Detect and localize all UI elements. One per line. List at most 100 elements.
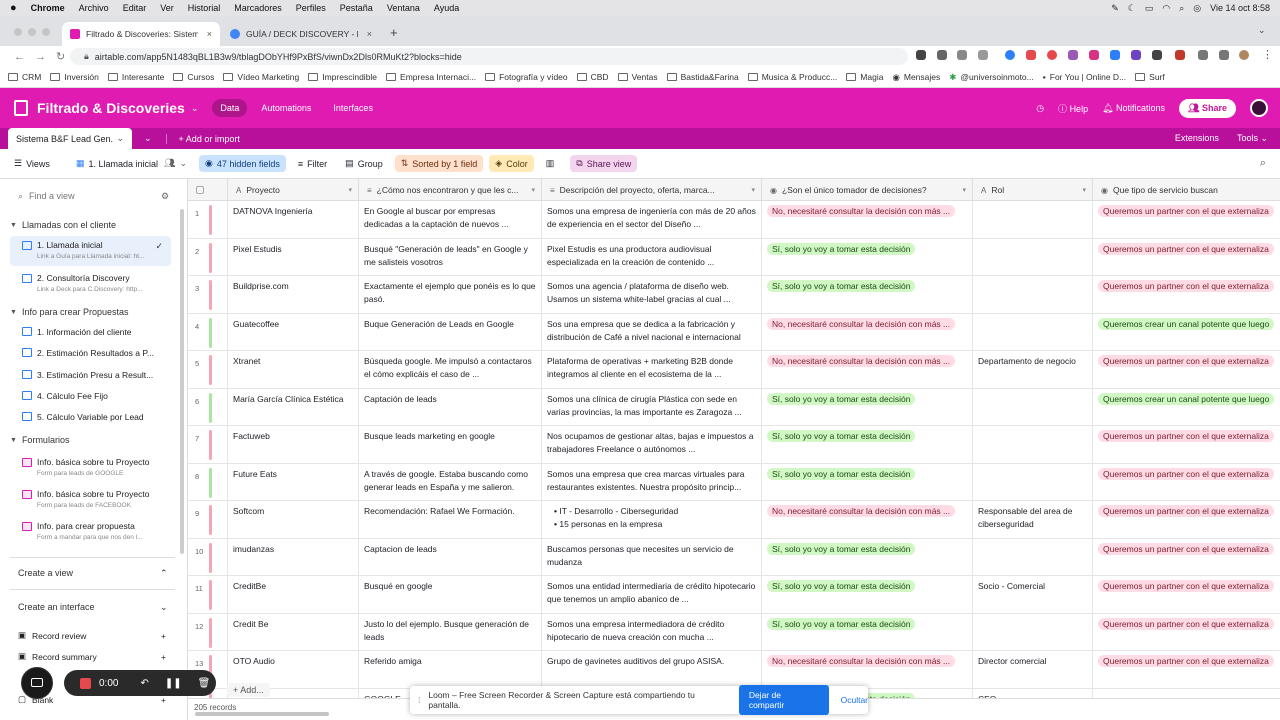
close-tab-icon[interactable]: ×: [367, 29, 372, 39]
cell-decision[interactable]: No, necesitaré consultar la decisión con…: [762, 501, 973, 539]
menu-archivo[interactable]: Archivo: [79, 3, 109, 13]
cell-proyecto[interactable]: Credit Be: [228, 613, 359, 651]
ext-blue2-icon[interactable]: [1110, 50, 1120, 60]
bookmark-empresa[interactable]: Empresa Internaci...: [386, 72, 476, 82]
cell-como-encontraron[interactable]: Busque leads marketing en google: [359, 426, 542, 464]
table-row[interactable]: 4 Guatecoffee Buque Generación de Leads en…: [188, 313, 1280, 351]
row-number[interactable]: 6: [188, 388, 228, 426]
stop-recording-icon[interactable]: [80, 677, 91, 689]
cell-decision[interactable]: Sí, solo yo voy a tomar esta decisión: [762, 238, 973, 276]
search-icon[interactable]: ⌕: [1179, 3, 1184, 14]
sidebar-view-info-cliente[interactable]: 1. Información del cliente: [10, 322, 171, 342]
row-number[interactable]: 5: [188, 351, 228, 389]
moon-icon[interactable]: ☾: [1128, 3, 1136, 14]
cell-rol[interactable]: [973, 238, 1093, 276]
gear-icon[interactable]: ⚙: [161, 191, 169, 202]
cell-servicio[interactable]: Queremos un partner con el que externali…: [1093, 276, 1280, 314]
cell-rol[interactable]: Departamento de negocio: [973, 351, 1093, 389]
chevron-down-icon[interactable]: ⌄: [191, 103, 199, 114]
hidden-fields-button[interactable]: ◉ 47 hidden fields: [198, 155, 286, 172]
cell-rol[interactable]: [973, 201, 1093, 239]
ext-violet-icon[interactable]: [1131, 50, 1141, 60]
cell-servicio[interactable]: Queremos un partner con el que externali…: [1093, 539, 1280, 577]
share-page-icon[interactable]: [957, 50, 967, 60]
back-icon[interactable]: ←: [14, 51, 25, 63]
cell-proyecto[interactable]: DATNOVA Ingeniería: [228, 201, 359, 239]
sidebar-view-variable-lead[interactable]: 5. Cálculo Variable por Lead: [10, 407, 171, 427]
cell-como-encontraron[interactable]: Busqué en google: [359, 576, 542, 614]
plus-icon[interactable]: +: [161, 695, 166, 705]
table-row[interactable]: 5 Xtranet Búsqueda google. Me impulsó a co…: [188, 351, 1280, 389]
cell-servicio[interactable]: Queremos crear un canal potente que lueg…: [1093, 389, 1280, 427]
find-view-input[interactable]: ⌕ Find a view: [18, 191, 75, 202]
cell-descripcion[interactable]: Somos una empresa intermediadora de créd…: [542, 613, 762, 651]
cell-decision[interactable]: No, necesitaré consultar la decisión con…: [762, 313, 973, 351]
menu-historial[interactable]: Historial: [188, 3, 221, 13]
column-header-como-encontraron[interactable]: ≡ ¿Cómo nos encontraron y que les c... ▾: [359, 179, 542, 201]
add-record-button[interactable]: + Add...: [227, 683, 270, 697]
bookmark-cursos[interactable]: Cursos: [173, 72, 214, 82]
tables-dropdown-icon[interactable]: ⌄: [144, 133, 152, 144]
sort-button[interactable]: ⇅ Sorted by 1 field: [394, 155, 484, 172]
cell-decision[interactable]: Sí, solo yo voy a tomar esta decisión: [762, 463, 973, 501]
notifications-button[interactable]: 🔔︎ Notifications: [1102, 103, 1165, 114]
trash-icon[interactable]: 🗑︎: [198, 678, 211, 689]
cell-rol[interactable]: [973, 426, 1093, 464]
bookmark-magia[interactable]: Magia: [846, 72, 883, 82]
bookmark-surf[interactable]: Surf: [1135, 72, 1165, 82]
cell-rol[interactable]: Socio - Comercial: [973, 576, 1093, 614]
sidebar-scrollbar[interactable]: [180, 209, 184, 554]
chevron-down-icon[interactable]: ▾: [348, 186, 352, 194]
row-number[interactable]: 3: [188, 276, 228, 314]
bookmark-universo[interactable]: ✱ @universoinmoto...: [949, 72, 1033, 83]
cell-decision[interactable]: Sí, solo yo voy a tomar esta decisión: [762, 538, 973, 576]
sidebar-view-fee-fijo[interactable]: 4. Cálculo Fee Fijo: [10, 386, 171, 406]
cell-proyecto[interactable]: CreditBe: [228, 576, 359, 614]
cell-proyecto[interactable]: imudanzas: [228, 538, 359, 576]
cell-servicio[interactable]: Queremos un partner con el que externali…: [1093, 501, 1280, 539]
plus-icon[interactable]: +: [161, 652, 166, 662]
cell-proyecto[interactable]: Buildprise.com: [228, 276, 359, 314]
row-number[interactable]: 8: [188, 463, 228, 501]
cell-rol[interactable]: [973, 538, 1093, 576]
cell-decision[interactable]: No, necesitaré consultar la decisión con…: [762, 651, 973, 689]
cell-servicio[interactable]: Queremos un partner con el que externali…: [1093, 239, 1280, 277]
cell-descripcion[interactable]: Buscamos personas que necesites un servi…: [542, 538, 762, 576]
cell-proyecto[interactable]: Pixel Estudis: [228, 238, 359, 276]
sidebar-view-llamada-inicial[interactable]: 1. Llamada inicial Link a Guía para Llam…: [10, 236, 171, 266]
tab-guia[interactable]: GUÍA / DECK DISCOVERY - Pre... ×: [222, 22, 380, 46]
bookmark-cbd[interactable]: CBD: [576, 72, 609, 82]
bookmark-crm[interactable]: CRM: [8, 72, 41, 82]
column-header-servicio[interactable]: ◉ Que tipo de servicio buscan: [1093, 179, 1280, 201]
cell-decision[interactable]: No, necesitaré consultar la decisión con…: [762, 351, 973, 389]
control-center-icon[interactable]: ◎: [1193, 3, 1201, 14]
cell-rol[interactable]: [973, 313, 1093, 351]
cell-servicio[interactable]: Queremos un partner con el que externali…: [1093, 464, 1280, 502]
cell-como-encontraron[interactable]: A través de google. Estaba buscando como…: [359, 463, 542, 501]
cell-como-encontraron[interactable]: Captacion de leads: [359, 538, 542, 576]
record-summary-item[interactable]: ▣ Record summary +: [18, 651, 178, 662]
cell-proyecto[interactable]: María García Clínica Estética: [228, 388, 359, 426]
zoom-window-icon[interactable]: [42, 28, 50, 36]
cell-descripcion[interactable]: Grupo de gavinetes auditivos del grupo A…: [542, 651, 762, 689]
cell-como-encontraron[interactable]: Captación de leads: [359, 388, 542, 426]
share-view-button[interactable]: ⧉ Share view: [570, 155, 638, 172]
sidebar-form-propuesta[interactable]: Info. para crear propuesta Form a mandar…: [10, 517, 171, 547]
loom-camera-button[interactable]: [21, 667, 53, 699]
nav-data[interactable]: Data: [212, 99, 248, 117]
cell-decision[interactable]: Sí, solo yo voy a tomar esta decisión: [762, 276, 973, 314]
tab-airtable[interactable]: Filtrado & Discoveries: Sistema... ×: [62, 22, 220, 46]
table-row[interactable]: 1 DATNOVA Ingeniería En Google al buscar p…: [188, 201, 1280, 239]
bookmark-interesante[interactable]: Interesante: [107, 72, 164, 82]
search-icon[interactable]: ⌕: [1260, 157, 1266, 170]
ext-blue-icon[interactable]: [1005, 50, 1015, 60]
table-row[interactable]: 11 CreditBe Busqué en google Somos una enti…: [188, 576, 1280, 614]
battery-icon[interactable]: ▭: [1145, 3, 1154, 14]
camera-ext-icon[interactable]: [916, 50, 926, 60]
base-name[interactable]: Filtrado & Discoveries: [37, 100, 185, 116]
sidebar-form-google[interactable]: Info. básica sobre tu Proyecto Form para…: [10, 453, 171, 483]
menu-app[interactable]: Chrome: [31, 3, 65, 13]
column-header-proyecto[interactable]: A Proyecto ▾: [228, 179, 359, 201]
menu-ver[interactable]: Ver: [160, 3, 174, 13]
cell-decision[interactable]: Sí, solo yo voy a tomar esta decisión: [762, 576, 973, 614]
